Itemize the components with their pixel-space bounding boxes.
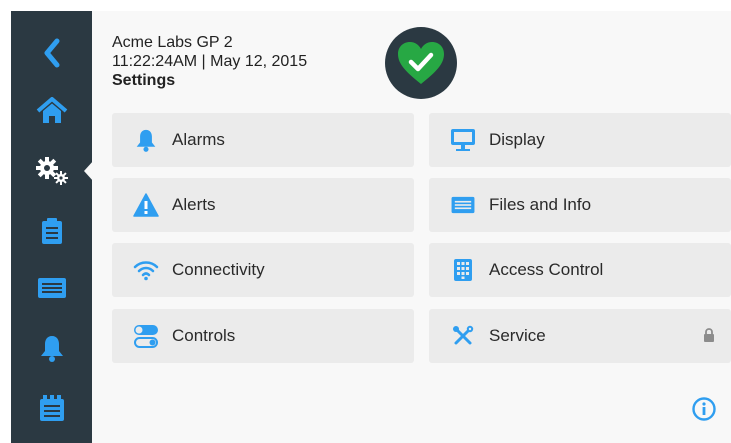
tile-files-and-info[interactable]: Files and Info bbox=[429, 178, 731, 232]
sidebar-item-home[interactable] bbox=[11, 86, 92, 136]
files-icon bbox=[451, 196, 475, 214]
tile-access-control[interactable]: Access Control bbox=[429, 243, 731, 297]
header: Acme Labs GP 2 11:22:24AM | May 12, 2015… bbox=[112, 33, 307, 90]
info-icon bbox=[692, 397, 716, 421]
tile-connectivity[interactable]: Connectivity bbox=[112, 243, 414, 297]
page-title: Settings bbox=[112, 72, 176, 89]
monitor-icon bbox=[451, 129, 475, 151]
warning-icon bbox=[133, 193, 159, 217]
tile-label: Alarms bbox=[172, 130, 225, 149]
sidebar-item-settings[interactable] bbox=[11, 146, 92, 196]
tools-icon bbox=[453, 325, 474, 345]
sidebar-item-calendar[interactable] bbox=[11, 383, 92, 433]
heart-check-icon bbox=[398, 42, 444, 84]
back-button[interactable] bbox=[11, 28, 92, 78]
keypad-icon bbox=[454, 259, 472, 281]
files-icon bbox=[37, 278, 66, 298]
chevron-left-icon bbox=[44, 38, 59, 68]
info-button[interactable] bbox=[692, 397, 716, 421]
sidebar-item-clipboard[interactable] bbox=[11, 206, 92, 256]
bell-icon bbox=[136, 129, 156, 152]
sidebar bbox=[11, 11, 94, 443]
settings-screen: Acme Labs GP 2 11:22:24AM | May 12, 2015… bbox=[11, 11, 731, 443]
active-indicator bbox=[84, 160, 94, 182]
tile-label: Alerts bbox=[172, 195, 216, 214]
device-name: Acme Labs GP 2 bbox=[112, 34, 233, 51]
calendar-icon bbox=[39, 395, 64, 421]
sidebar-item-alarms[interactable] bbox=[11, 323, 92, 373]
gears-icon bbox=[35, 157, 68, 185]
tile-service[interactable]: Service bbox=[429, 309, 731, 363]
tile-alerts[interactable]: Alerts bbox=[112, 178, 414, 232]
bell-icon bbox=[40, 336, 63, 362]
tile-alarms[interactable]: Alarms bbox=[112, 113, 414, 167]
wifi-icon bbox=[133, 261, 159, 281]
status-indicator[interactable] bbox=[385, 27, 457, 99]
lock-icon bbox=[704, 328, 714, 342]
tile-controls[interactable]: Controls bbox=[112, 309, 414, 363]
tile-label: Access Control bbox=[489, 260, 604, 279]
datetime: 11:22:24AM | May 12, 2015 bbox=[112, 53, 308, 70]
tile-display[interactable]: Display bbox=[429, 113, 731, 167]
sidebar-item-files[interactable] bbox=[11, 263, 92, 313]
home-icon bbox=[36, 97, 67, 123]
clipboard-icon bbox=[41, 218, 62, 244]
tile-label: Connectivity bbox=[172, 260, 265, 279]
tile-label: Controls bbox=[172, 326, 236, 345]
toggles-icon bbox=[134, 325, 158, 348]
tile-label: Display bbox=[489, 130, 545, 149]
tile-label: Files and Info bbox=[489, 195, 592, 214]
tile-label: Service bbox=[489, 326, 546, 345]
